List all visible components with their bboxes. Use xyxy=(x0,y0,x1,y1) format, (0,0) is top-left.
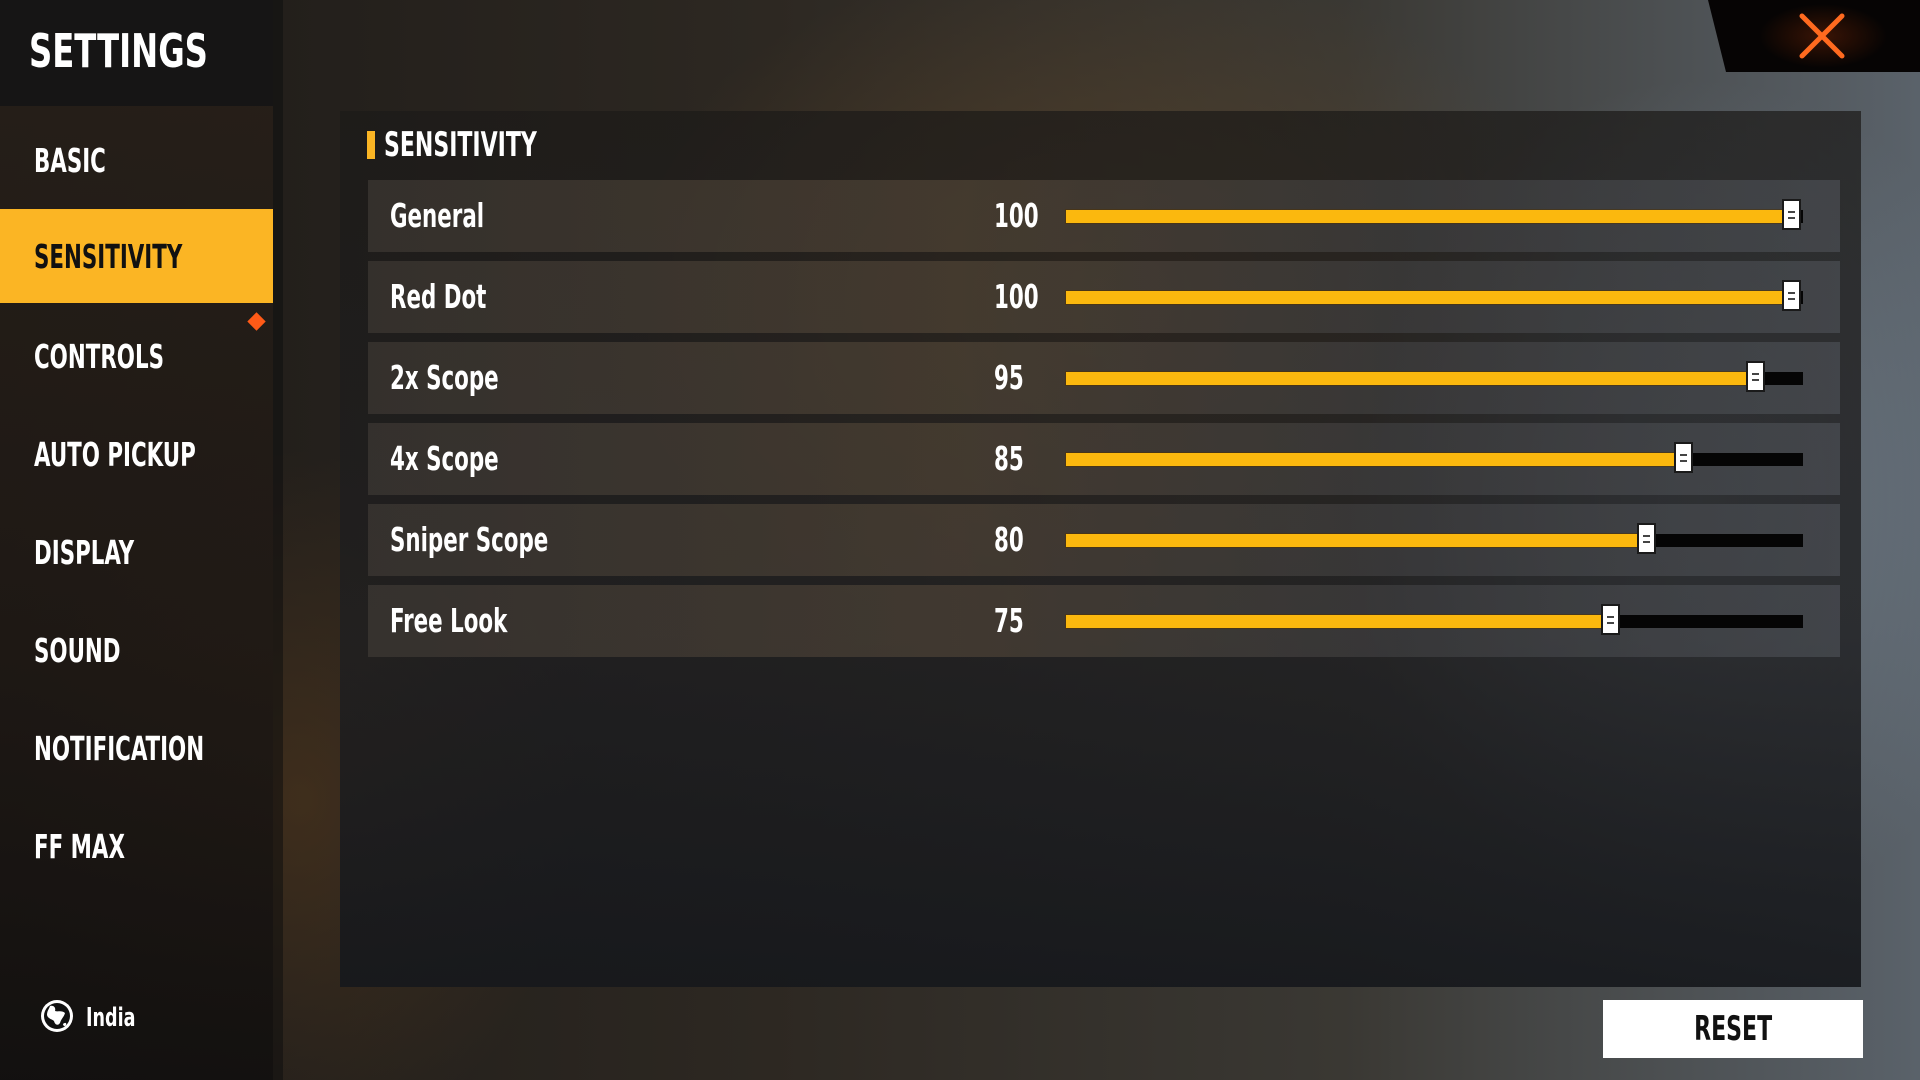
slider-fill xyxy=(1066,210,1789,223)
sidebar-item-controls[interactable]: CONTROLS xyxy=(0,309,273,403)
slider-row-red-dot: Red Dot 100 xyxy=(368,261,1840,333)
sidebar-item-label: DISPLAY xyxy=(34,533,135,572)
slider-handle[interactable] xyxy=(1637,523,1656,554)
slider-value: 100 xyxy=(994,196,1039,235)
slider-label: Red Dot xyxy=(390,277,487,316)
slider-row-4x-scope: 4x Scope 85 xyxy=(368,423,1840,495)
slider-track[interactable] xyxy=(1066,361,1803,392)
header: SETTINGS xyxy=(0,0,273,106)
slider-label: 4x Scope xyxy=(390,439,499,478)
sidebar-item-label: BASIC xyxy=(34,141,106,180)
sidebar-item-notification[interactable]: NOTIFICATION xyxy=(0,701,273,795)
section-title: SENSITIVITY xyxy=(384,125,537,165)
slider-track[interactable] xyxy=(1066,442,1803,473)
region-label: India xyxy=(86,1003,136,1033)
slider-handle[interactable] xyxy=(1601,604,1620,635)
sidebar-item-label: NOTIFICATION xyxy=(34,729,205,768)
slider-track[interactable] xyxy=(1066,280,1803,311)
slider-row-free-look: Free Look 75 xyxy=(368,585,1840,657)
globe-icon xyxy=(38,997,76,1039)
slider-value: 80 xyxy=(994,520,1024,559)
slider-fill xyxy=(1066,453,1681,466)
sidebar-item-label: SENSITIVITY xyxy=(34,237,183,276)
section-accent-bar xyxy=(367,131,375,159)
slider-row-2x-scope: 2x Scope 95 xyxy=(368,342,1840,414)
region-selector[interactable]: India xyxy=(38,998,152,1038)
sidebar-item-sensitivity[interactable]: SENSITIVITY xyxy=(0,209,273,303)
slider-label: 2x Scope xyxy=(390,358,499,397)
sidebar-item-display[interactable]: DISPLAY xyxy=(0,505,273,599)
sidebar-item-label: SOUND xyxy=(34,631,121,670)
slider-fill xyxy=(1066,372,1753,385)
slider-row-general: General 100 xyxy=(368,180,1840,252)
slider-track[interactable] xyxy=(1066,523,1803,554)
slider-value: 100 xyxy=(994,277,1039,316)
sidebar-item-label: FF MAX xyxy=(34,827,125,866)
slider-label: General xyxy=(390,196,485,235)
sidebar-item-label: CONTROLS xyxy=(34,337,164,376)
slider-track[interactable] xyxy=(1066,199,1803,230)
slider-label: Free Look xyxy=(390,601,508,640)
slider-fill xyxy=(1066,534,1644,547)
sidebar-item-auto-pickup[interactable]: AUTO PICKUP xyxy=(0,407,273,501)
slider-fill xyxy=(1066,291,1789,304)
sidebar-item-basic[interactable]: BASIC xyxy=(0,113,273,207)
slider-handle[interactable] xyxy=(1746,361,1765,392)
sidebar-item-ff-max[interactable]: FF MAX xyxy=(0,799,273,893)
slider-value: 75 xyxy=(994,601,1024,640)
sidebar-item-label: AUTO PICKUP xyxy=(34,435,196,474)
sidebar-divider xyxy=(273,0,283,1080)
slider-track[interactable] xyxy=(1066,604,1803,635)
slider-handle[interactable] xyxy=(1674,442,1693,473)
slider-value: 95 xyxy=(994,358,1024,397)
close-button[interactable] xyxy=(1708,0,1920,72)
close-icon xyxy=(1799,13,1845,59)
sidebar-item-sound[interactable]: SOUND xyxy=(0,603,273,697)
slider-fill xyxy=(1066,615,1608,628)
slider-row-sniper-scope: Sniper Scope 80 xyxy=(368,504,1840,576)
page-title: SETTINGS xyxy=(29,24,208,78)
slider-handle[interactable] xyxy=(1782,199,1801,230)
slider-value: 85 xyxy=(994,439,1024,478)
reset-button-label: RESET xyxy=(1694,1009,1772,1049)
reset-button[interactable]: RESET xyxy=(1603,1000,1863,1058)
slider-handle[interactable] xyxy=(1782,280,1801,311)
slider-label: Sniper Scope xyxy=(390,520,549,559)
